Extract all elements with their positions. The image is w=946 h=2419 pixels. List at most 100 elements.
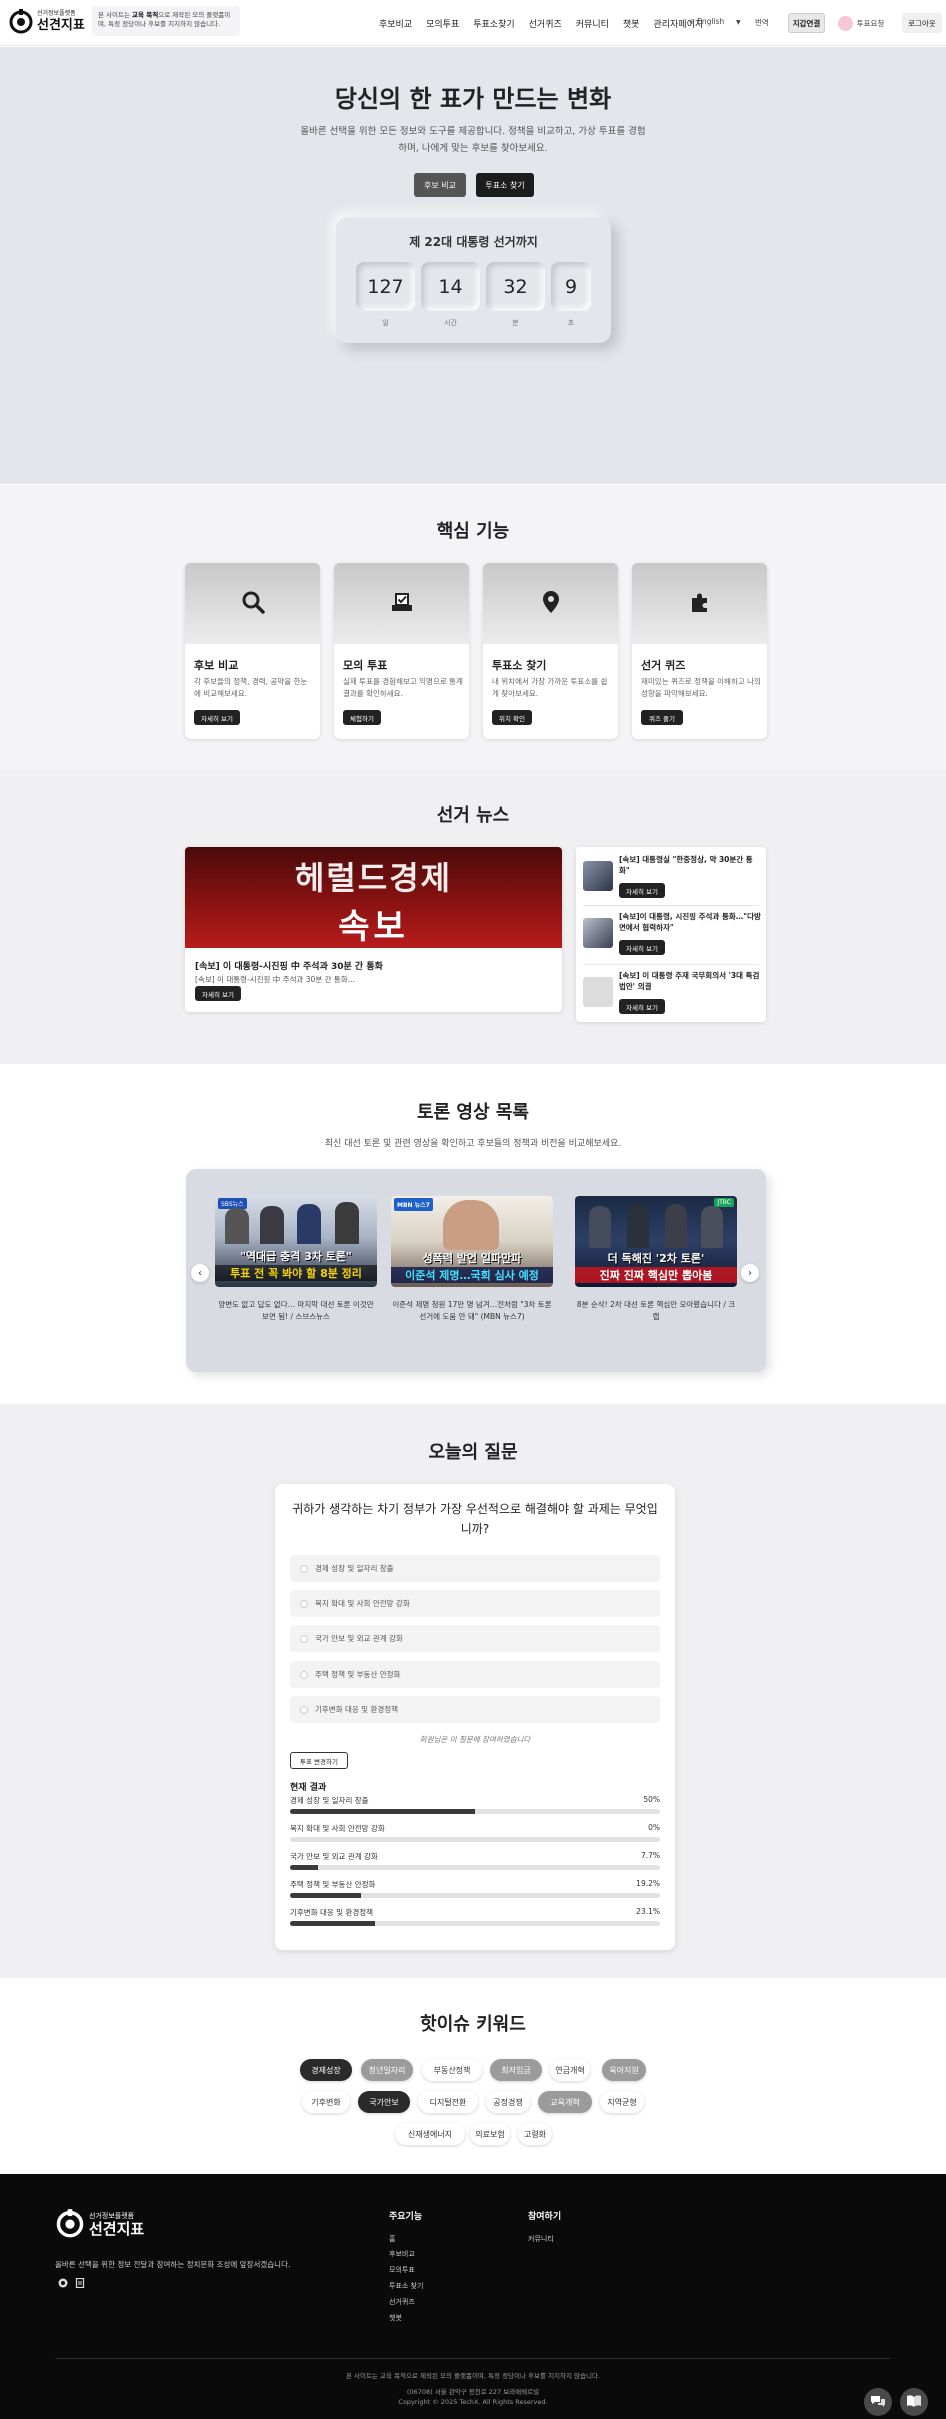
news-side-item[interactable]: [속보]이 대통령, 시진핑 주석과 통화…"다방면에서 협력하자" 자세히 보…: [583, 910, 761, 964]
keyword-chip[interactable]: 연금개혁: [550, 2059, 590, 2081]
option-label: 복지 확대 및 사회 안전망 강화: [315, 1599, 410, 1608]
news-side-more-button[interactable]: 자세히 보기: [619, 999, 665, 1014]
feature-card-polling-place[interactable]: 투표소 찾기 내 위치에서 가장 가까운 투표소를 쉽게 찾아보세요. 위치 확…: [483, 563, 618, 739]
radio-button[interactable]: [300, 1634, 308, 1643]
chevron-down-icon: ▼: [736, 19, 741, 26]
change-vote-button[interactable]: 투표 변경하기: [290, 1752, 348, 1769]
question-option[interactable]: 복지 확대 및 사회 안전망 강화: [290, 1590, 660, 1617]
result-row: 복지 확대 및 사회 안전망 강화 0%: [290, 1823, 660, 1851]
radio-button[interactable]: [300, 1670, 308, 1679]
keyword-chip[interactable]: 육아지원: [602, 2059, 646, 2081]
footer-link-mock-vote[interactable]: 모의투표: [389, 2265, 415, 2275]
nav-item-candidate-compare[interactable]: 후보비교: [379, 17, 412, 30]
radio-button[interactable]: [300, 1564, 308, 1573]
footer-col-participate-title: 참여하기: [528, 2212, 562, 2222]
news-side-more-button[interactable]: 자세히 보기: [619, 940, 665, 955]
news-side-more-button[interactable]: 자세히 보기: [619, 883, 665, 898]
github-icon[interactable]: [58, 2278, 68, 2288]
news-thumbnail: [583, 861, 613, 891]
feature-mock-vote-button[interactable]: 체험하기: [343, 710, 381, 725]
countdown-seconds: 9: [551, 262, 591, 311]
keyword-chip[interactable]: 청년일자리: [361, 2059, 413, 2081]
site-logo[interactable]: 선거정보플랫폼 선견지표: [8, 8, 85, 34]
countdown-card: 제 22대 대통령 선거까지 127 14 32 9 일 시간 분 초: [336, 217, 611, 343]
radio-button[interactable]: [300, 1705, 308, 1714]
keyword-chip[interactable]: 교육개혁: [538, 2091, 592, 2113]
keyword-chip[interactable]: 경제성장: [300, 2059, 352, 2081]
translate-button[interactable]: 번역: [755, 17, 769, 28]
question-option[interactable]: 국가 안보 및 외교 관계 강화: [290, 1625, 660, 1652]
video-caption[interactable]: 이준석 제명 청원 17만 명 넘겨…전처럼 "3차 토론 선거에 도움 안 돼…: [391, 1299, 553, 1322]
language-select[interactable]: ⊕ English: [689, 17, 724, 26]
footer-link-polling-place[interactable]: 투표소 찾기: [389, 2281, 423, 2291]
result-bar-fill: [290, 1921, 376, 1926]
result-label: 국가 안보 및 외교 관계 강화: [290, 1852, 378, 1861]
footer-link-home[interactable]: 홈: [389, 2234, 395, 2244]
document-icon[interactable]: [75, 2277, 85, 2289]
carousel-next-button[interactable]: ›: [741, 1264, 759, 1282]
puzzle-icon: [688, 590, 712, 617]
logout-button[interactable]: 로그아웃: [902, 13, 942, 33]
result-bar-fill: [290, 1893, 362, 1898]
footer-link-compare[interactable]: 후보비교: [389, 2249, 415, 2259]
news-title: 선거 뉴스: [436, 805, 510, 826]
keyword-chip[interactable]: 부동산정책: [422, 2059, 482, 2081]
footer-link-quiz[interactable]: 선거퀴즈: [389, 2297, 415, 2307]
feature-title: 모의 투표: [343, 659, 388, 672]
chevron-left-icon: ‹: [198, 1267, 202, 1279]
footer-logo[interactable]: 선거정보플랫폼 선견지표: [55, 2208, 144, 2241]
news-side-headline: [속보]이 대통령, 시진핑 주석과 통화…"다방면에서 협력하자": [619, 912, 761, 932]
feature-quiz-button[interactable]: 퀴즈 풀기: [641, 710, 683, 725]
hero-find-polling-button[interactable]: 투표소 찾기: [476, 173, 534, 197]
video-overlay-line2: 투표 전 꼭 봐야 할 8분 정리: [215, 1265, 377, 1281]
nav-item-community[interactable]: 커뮤니티: [576, 17, 609, 30]
feature-compare-button[interactable]: 자세히 보기: [194, 710, 240, 725]
nav-item-chatbot[interactable]: 챗봇: [623, 17, 640, 30]
keyword-chip[interactable]: 기후변화: [302, 2091, 350, 2113]
keyword-chip[interactable]: 공정경쟁: [486, 2091, 530, 2113]
feature-polling-place-button[interactable]: 위치 확인: [492, 710, 532, 725]
news-main-more-button[interactable]: 자세히 보기: [195, 986, 241, 1001]
keyword-chip[interactable]: 의료보험: [470, 2123, 510, 2145]
news-main-summary: [속보] 이 대통령-시진핑 中 주석과 30분 간 통화...: [195, 975, 355, 984]
keyword-chip[interactable]: 고령화: [518, 2123, 552, 2145]
feature-desc: 내 위치에서 가장 가까운 투표소를 쉽게 찾아보세요.: [492, 677, 608, 698]
news-side-item[interactable]: [속보] 대통령실 "한중정상, 약 30분간 통화" 자세히 보기: [583, 853, 759, 907]
keyword-chip[interactable]: 신재생에너지: [395, 2123, 465, 2145]
keyword-chip[interactable]: 국가안보: [358, 2091, 410, 2113]
wallet-connect-button[interactable]: 지갑연결: [788, 13, 825, 33]
site-header: 선거정보플랫폼 선견지표 본 사이트는 교육 목적으로 제작된 모의 플랫폼이며…: [0, 0, 946, 46]
chat-button[interactable]: [864, 2388, 892, 2416]
footer-link-chatbot[interactable]: 챗봇: [389, 2313, 402, 2323]
feature-card-compare[interactable]: 후보 비교 각 후보들의 정책, 경력, 공약을 한눈에 비교해보세요. 자세히…: [185, 563, 320, 739]
nav-item-quiz[interactable]: 선거퀴즈: [529, 17, 562, 30]
vote-badge-icon: [837, 15, 853, 31]
keyword-chip[interactable]: 최저임금: [490, 2059, 542, 2081]
footer-description: 올바른 선택을 위한 정보 전달과 참여하는 정치문화 조성에 앞장서겠습니다.: [55, 2260, 291, 2269]
question-option[interactable]: 경제 성장 및 일자리 창출: [290, 1555, 660, 1582]
hero-compare-button[interactable]: 후보 비교: [414, 173, 466, 197]
feature-card-quiz[interactable]: 선거 퀴즈 재미있는 퀴즈로 정책을 이해하고 나의 성향을 파악해보세요. 퀴…: [632, 563, 767, 739]
option-label: 경제 성장 및 일자리 창출: [315, 1564, 394, 1573]
keyword-chip[interactable]: 지역균형: [600, 2091, 644, 2113]
video-thumbnail[interactable]: JTBC 더 독해진 '2차 토론' 진짜 진짜 핵심만 뽑아봄: [575, 1196, 737, 1287]
carousel-prev-button[interactable]: ‹: [191, 1264, 209, 1282]
news-side-item[interactable]: [속보] 이 대통령 주재 국무회의서 '3대 특검 법안' 의결 자세히 보기: [583, 969, 759, 1023]
question-option[interactable]: 주택 정책 및 부동산 안정화: [290, 1661, 660, 1688]
nav-item-mock-vote[interactable]: 모의투표: [426, 17, 459, 30]
question-option[interactable]: 기후변화 대응 및 환경정책: [290, 1696, 660, 1723]
vote-request-button[interactable]: 투표요청: [835, 13, 887, 33]
news-main-card[interactable]: 헤럴드경제 속보 [속보] 이 대통령-시진핑 中 주석과 30분 간 통화 […: [185, 847, 562, 1012]
video-overlay-line1: 성폭력 발언 일파만파: [422, 1252, 522, 1265]
nav-item-polling-place[interactable]: 투표소찾기: [473, 17, 514, 30]
video-caption[interactable]: 8분 순삭! 2차 대선 토론 핵심만 모아봤습니다 / 크랩: [575, 1299, 737, 1322]
radio-button[interactable]: [300, 1599, 308, 1608]
video-thumbnail[interactable]: MBN 뉴스7 성폭력 발언 일파만파 이준석 제명…국회 심사 예정: [391, 1196, 553, 1287]
footer-link-community[interactable]: 커뮤니티: [528, 2234, 554, 2244]
feature-card-mock-vote[interactable]: 모의 투표 실제 투표를 경험해보고 익명으로 통계 결과를 확인하세요. 체험…: [334, 563, 469, 739]
feature-desc: 재미있는 퀴즈로 정책을 이해하고 나의 성향을 파악해보세요.: [641, 677, 761, 698]
video-caption[interactable]: 양변도 없고 답도 없다… 마지막 대선 토론 이것만 보면 됨! / 스브스뉴…: [215, 1299, 377, 1322]
video-thumbnail[interactable]: SBS뉴스 "역대급 충격 3차 토론" 투표 전 꼭 봐야 할 8분 정리: [215, 1196, 377, 1287]
guide-book-button[interactable]: [900, 2388, 928, 2416]
keyword-chip[interactable]: 디지털전환: [418, 2091, 478, 2113]
